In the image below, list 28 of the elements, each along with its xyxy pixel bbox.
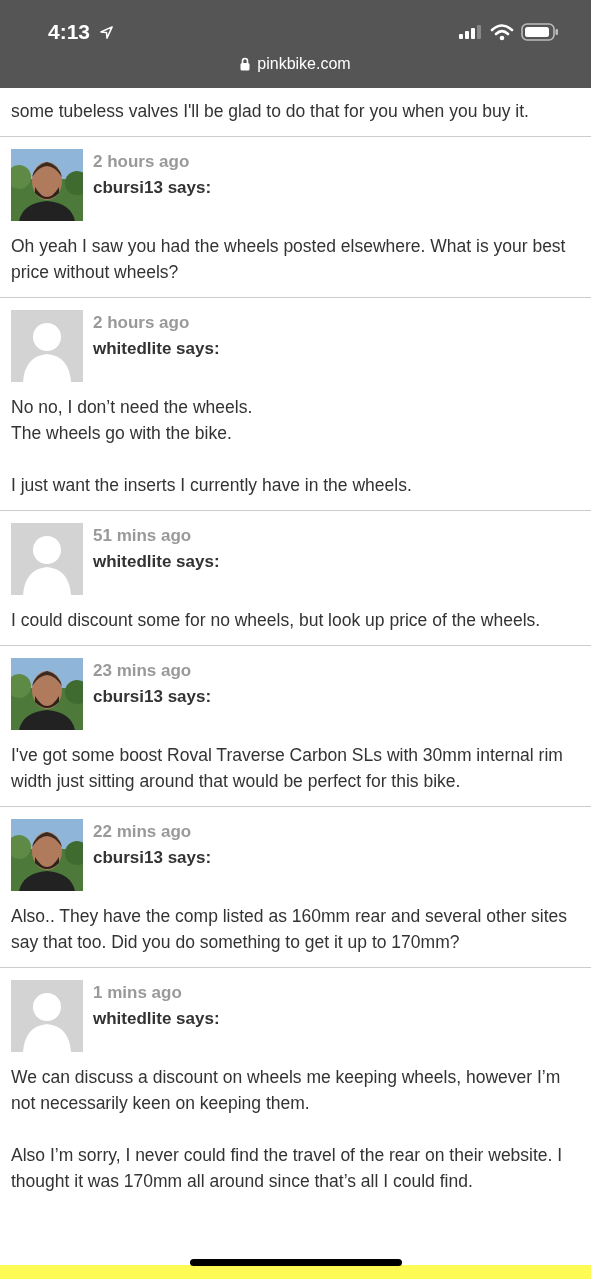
comment-time: 2 hours ago [93,152,190,172]
comment-text: Also I’m sorry, I never could find the travel of the rear on their website. I thought it was 170mm all around since that’s all I could find. [11,1144,564,1193]
comment-text: No no, I don’t need the wheels. The wheels go with the bike. [11,396,254,445]
comment-time: 51 mins ago [93,526,192,546]
comment-text: Oh yeah I saw you had the wheels posted elsewhere. What is your best price without wheels? [11,235,567,284]
location-arrow-icon [99,24,115,40]
comment-author[interactable]: whitedlite says: [93,552,220,572]
comment-author[interactable]: cbursi13 says: [93,687,212,707]
comment-time: 23 mins ago [93,661,192,681]
status-time: 4:13 [48,20,91,44]
comment-author[interactable]: whitedlite says: [93,1009,220,1029]
comment-time: 2 hours ago [93,313,190,333]
comment-text: Also.. They have the comp listed as 160mm rear and several other sites say that too. Did you do something to get it up to 170mm? [11,905,569,954]
battery-icon [521,23,559,41]
url-text[interactable]: pinkbike.com [257,55,351,73]
comment-text: I could discount some for no wheels, but look up price of the wheels. [11,609,542,632]
comment-time: 1 mins ago [93,983,182,1003]
comment-author[interactable]: whitedlite says: [93,339,220,359]
comment-author[interactable]: cbursi13 says: [93,848,212,868]
comment-text: We can discuss a discount on wheels me keeping wheels, however I’m not necessarily keen on keeping them. [11,1066,562,1115]
comment-time: 22 mins ago [93,822,192,842]
comment-text: I've got some boost Roval Traverse Carbon SLs with 30mm internal rim width just sitting around that would be perfect for this bike. [11,744,564,793]
wifi-icon [490,23,514,41]
comment-text: some tubeless valves I'll be glad to do that for you when you buy it. [0,88,591,137]
signal-icon [457,24,483,40]
comment-author[interactable]: cbursi13 says: [93,178,212,198]
lock-icon [240,57,251,71]
comment-text: I just want the inserts I currently have in the wheels. [11,474,413,497]
